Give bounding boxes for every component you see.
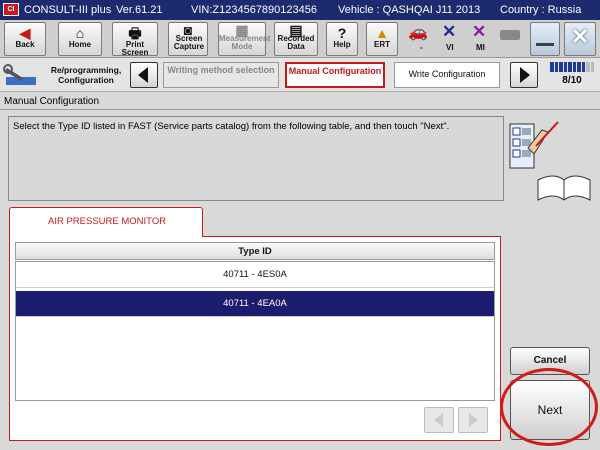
progress-segment	[572, 62, 576, 72]
wrench-icon	[3, 64, 36, 85]
page-title: Manual Configuration	[4, 96, 100, 107]
progress-indicator: 8/10	[548, 61, 596, 89]
title-bar: CI CONSULT-III plus Ver.61.21 VIN:Z12345…	[0, 0, 600, 20]
recorded-data-button[interactable]: ▤ Recorded Data	[274, 22, 318, 56]
close-icon: ✕	[570, 24, 590, 49]
breadcrumb: Re/programming, Configuration Writing me…	[0, 58, 600, 92]
breadcrumb-back-button[interactable]	[130, 62, 158, 88]
progress-segment	[590, 62, 594, 72]
screen-capture-button[interactable]: ◙ Screen Capture	[168, 22, 208, 56]
breadcrumb-start: Re/programming, Configuration	[3, 61, 123, 89]
instruction-text: Select the Type ID listed in FAST (Servi…	[8, 116, 504, 201]
tab-air-pressure-monitor[interactable]: AIR PRESSURE MONITOR	[9, 207, 203, 237]
printer-icon: 🖶	[128, 25, 142, 41]
print-screen-button[interactable]: 🖶 Print Screen	[112, 22, 158, 57]
minimize-icon	[536, 43, 554, 46]
warning-icon: ▲	[375, 25, 389, 41]
progress-segment	[559, 62, 563, 72]
back-arrow-icon: ◀	[19, 25, 31, 41]
home-button[interactable]: ⌂ Home	[58, 22, 102, 56]
app-version: Ver.61.21	[116, 4, 163, 16]
progress-segment	[581, 62, 585, 72]
checklist-book-icon	[509, 121, 591, 201]
progress-count: 8/10	[562, 75, 582, 86]
step-manual-configuration: Manual Configuration	[285, 62, 385, 88]
minimize-button[interactable]	[530, 22, 560, 56]
toolbar: ◀ Back ⌂ Home 🖶 Print Screen ◙ Screen Ca…	[0, 20, 600, 58]
triangle-right-icon	[469, 413, 478, 427]
ert-button[interactable]: ▲ ERT	[366, 22, 398, 56]
progress-bar	[550, 62, 594, 72]
help-icon: ?	[337, 25, 347, 41]
table-row[interactable]: 40711 - 4ES0A	[16, 262, 494, 288]
page-down-button[interactable]	[458, 407, 488, 433]
back-button[interactable]: ◀ Back	[4, 22, 46, 56]
progress-segment	[568, 62, 572, 72]
table-row[interactable]: 40711 - 4EA0A	[16, 291, 494, 317]
battery-icon	[500, 30, 520, 40]
vi-status-icon: ✕	[442, 22, 457, 41]
progress-segment	[563, 62, 567, 72]
mi-status-icon: ✕	[472, 22, 487, 41]
vehicle-status-icon: 🚗	[408, 24, 428, 41]
chevron-right-icon	[520, 67, 530, 83]
progress-segment	[554, 62, 558, 72]
vi-status-label: VI	[446, 43, 454, 52]
type-id-table: 40711 - 4ES0A 40711 - 4EA0A	[15, 261, 495, 401]
app-name: CONSULT-III plus	[24, 4, 112, 16]
triangle-left-icon	[434, 413, 443, 427]
cancel-button[interactable]: Cancel	[510, 347, 590, 375]
page-up-button[interactable]	[424, 407, 454, 433]
progress-segment	[550, 62, 554, 72]
measurement-mode-button[interactable]: ▦ Measurement Mode	[218, 22, 271, 56]
consult-logo-icon: CI	[3, 3, 19, 16]
table-header-type-id: Type ID	[15, 242, 495, 260]
help-button[interactable]: ? Help	[326, 22, 358, 56]
step-write-configuration: Write Configuration	[394, 62, 500, 88]
mi-status-label: MI	[476, 43, 485, 52]
breadcrumb-forward-button[interactable]	[510, 62, 538, 88]
country-label: Country : Russia	[500, 4, 582, 16]
home-icon: ⌂	[75, 25, 85, 41]
progress-segment	[586, 62, 590, 72]
vehicle-status-label: -	[420, 43, 423, 52]
next-button[interactable]: Next	[510, 380, 590, 440]
chevron-left-icon	[138, 67, 148, 83]
progress-segment	[577, 62, 581, 72]
close-button[interactable]: ✕	[564, 22, 596, 56]
vin-label: VIN:Z1234567890123456	[191, 4, 317, 16]
divider	[0, 109, 600, 110]
vehicle-label: Vehicle : QASHQAI J11 2013	[338, 4, 481, 16]
step-writing-method: Writing method selection	[163, 62, 279, 88]
